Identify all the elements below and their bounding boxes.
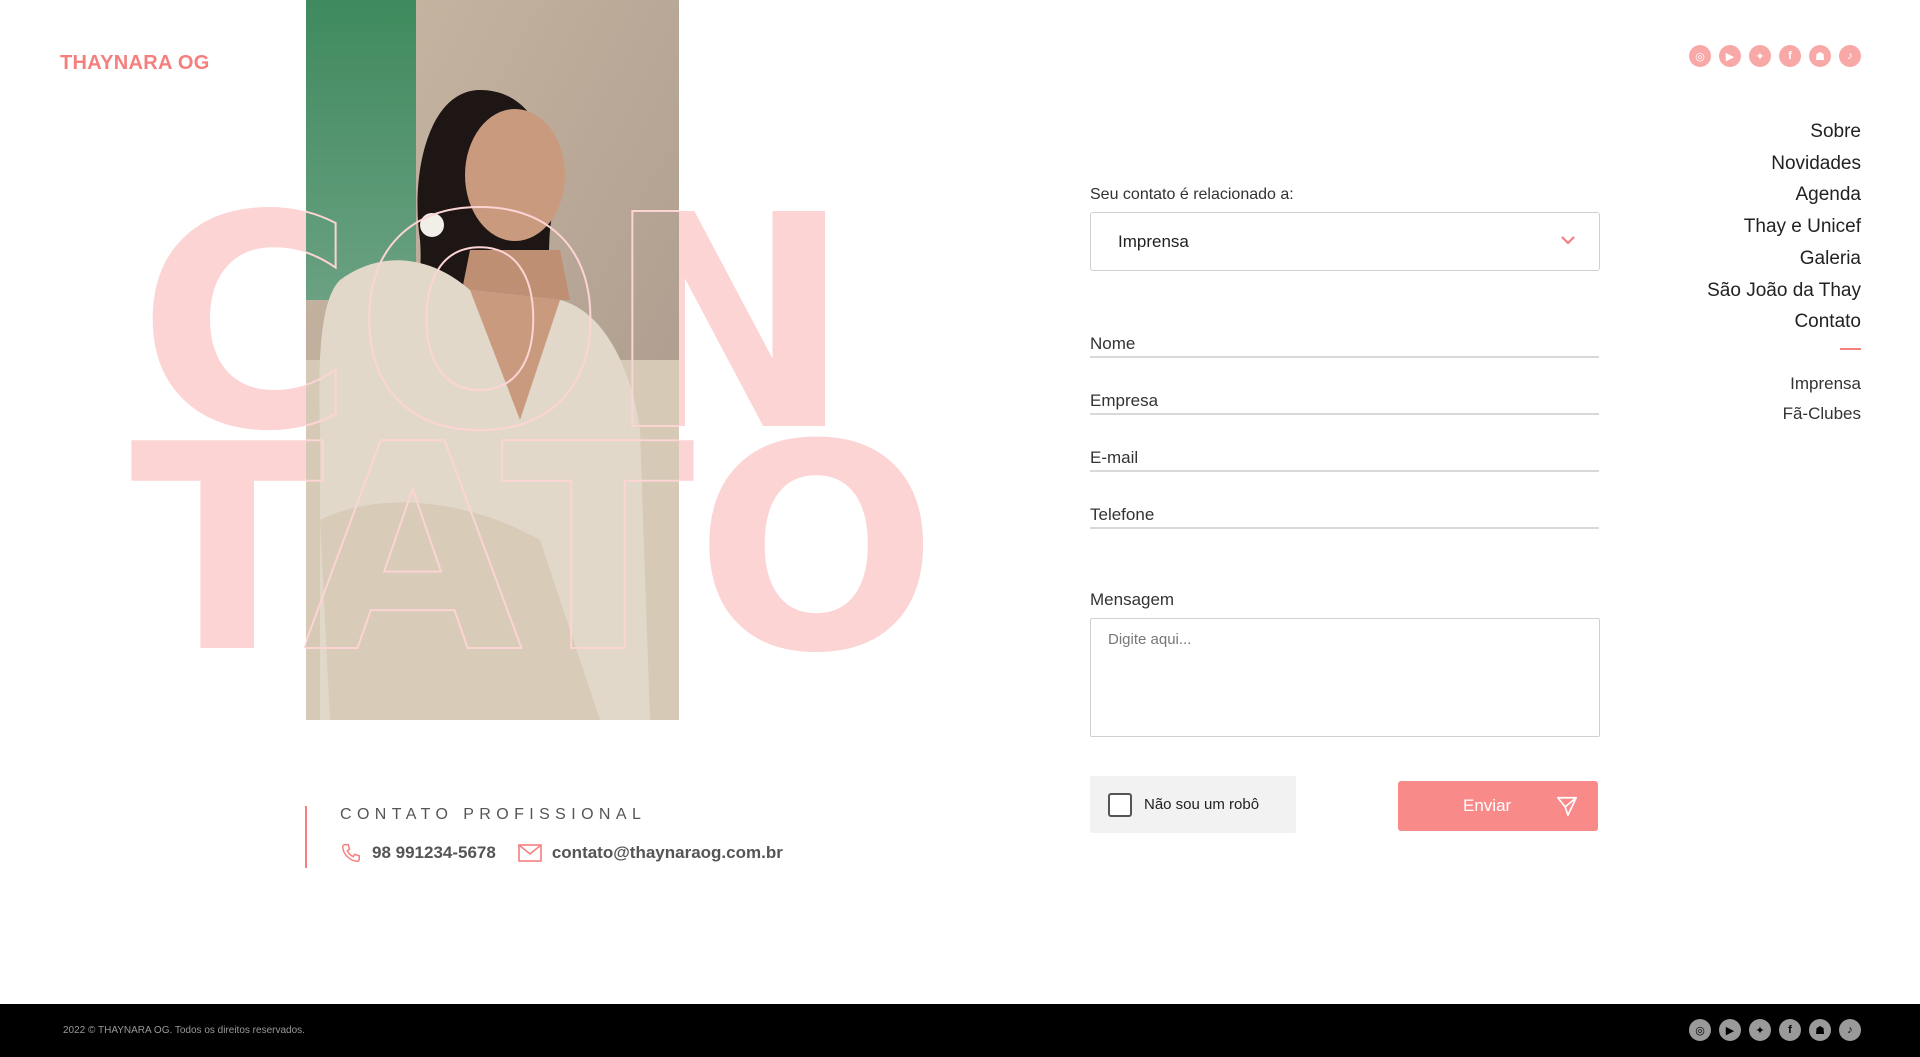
copyright-text: 2022 © THAYNARA OG. Todos os direitos re… <box>63 1025 305 1036</box>
instagram-icon[interactable]: ◎ <box>1689 45 1711 67</box>
twitter-icon[interactable]: ✦ <box>1749 45 1771 67</box>
facebook-icon[interactable]: f <box>1779 1019 1801 1041</box>
facebook-icon[interactable]: f <box>1779 45 1801 67</box>
nav-subitem-fa-clubes[interactable]: Fã-Clubes <box>1707 399 1861 429</box>
message-textarea[interactable]: Digite aqui... <box>1090 618 1600 737</box>
related-select-value: Imprensa <box>1118 231 1189 251</box>
hero-graphic: CON TATO CON TATO <box>130 0 937 720</box>
nav-item-sao-joao[interactable]: São João da Thay <box>1707 275 1861 307</box>
captcha-widget: Não sou um robô <box>1090 776 1296 833</box>
social-links-footer: ◎ ▶ ✦ f ☗ ♪ <box>1689 1019 1861 1041</box>
hero-section: CON TATO CON TATO <box>0 0 960 720</box>
contact-professional-title: CONTATO PROFISSIONAL <box>340 806 647 823</box>
phone-icon <box>342 844 360 862</box>
contact-phone-text: 98 991234-5678 <box>372 843 496 862</box>
send-icon <box>1557 796 1577 816</box>
nav-item-thay-e-unicef[interactable]: Thay e Unicef <box>1707 211 1861 243</box>
phone-field[interactable]: Telefone <box>1090 505 1599 529</box>
company-field[interactable]: Empresa <box>1090 391 1599 415</box>
youtube-icon[interactable]: ▶ <box>1719 1019 1741 1041</box>
social-links-header: ◎ ▶ ✦ f ☗ ♪ <box>1689 45 1861 67</box>
snapchat-icon[interactable]: ☗ <box>1809 1019 1831 1041</box>
nav-subitem-imprensa[interactable]: Imprensa <box>1707 369 1861 399</box>
chevron-down-icon <box>1561 236 1575 245</box>
related-label: Seu contato é relacionado a: <box>1090 186 1294 203</box>
mail-icon <box>518 844 542 862</box>
email-field[interactable]: E-mail <box>1090 448 1599 472</box>
captcha-label: Não sou um robô <box>1144 796 1260 813</box>
twitter-icon[interactable]: ✦ <box>1749 1019 1771 1041</box>
nav-item-contato[interactable]: Contato <box>1707 306 1861 338</box>
snapchat-icon[interactable]: ☗ <box>1809 45 1831 67</box>
nav-item-novidades[interactable]: Novidades <box>1707 148 1861 180</box>
contact-professional: CONTATO PROFISSIONAL 98 991234-5678 cont… <box>305 806 805 868</box>
captcha-checkbox[interactable] <box>1108 792 1132 817</box>
youtube-icon[interactable]: ▶ <box>1719 45 1741 67</box>
name-field-label: Nome <box>1090 334 1136 353</box>
email-field-label: E-mail <box>1090 448 1139 467</box>
phone-field-label: Telefone <box>1090 505 1155 524</box>
submit-button-label: Enviar <box>1463 796 1512 815</box>
instagram-icon[interactable]: ◎ <box>1689 1019 1711 1041</box>
nav-divider <box>1840 347 1861 350</box>
company-field-label: Empresa <box>1090 391 1159 410</box>
name-field[interactable]: Nome <box>1090 334 1599 358</box>
nav-item-galeria[interactable]: Galeria <box>1707 243 1861 275</box>
contact-email[interactable]: contato@thaynaraog.com.br <box>518 843 783 863</box>
message-label: Mensagem <box>1090 590 1175 609</box>
contact-email-text: contato@thaynaraog.com.br <box>551 843 783 862</box>
footer: 2022 © THAYNARA OG. Todos os direitos re… <box>0 1004 1920 1057</box>
tiktok-icon[interactable]: ♪ <box>1839 45 1861 67</box>
nav-item-sobre[interactable]: Sobre <box>1707 116 1861 148</box>
submit-button[interactable]: Enviar <box>1398 781 1598 831</box>
message-placeholder: Digite aqui... <box>1108 631 1192 648</box>
nav-item-agenda[interactable]: Agenda <box>1707 179 1861 211</box>
contact-phone[interactable]: 98 991234-5678 <box>340 842 496 864</box>
tiktok-icon[interactable]: ♪ <box>1839 1019 1861 1041</box>
related-select[interactable]: Imprensa <box>1090 212 1600 271</box>
main-nav: Sobre Novidades Agenda Thay e Unicef Gal… <box>1707 116 1861 428</box>
contact-form: Seu contato é relacionado a: Imprensa No… <box>1090 186 1600 833</box>
